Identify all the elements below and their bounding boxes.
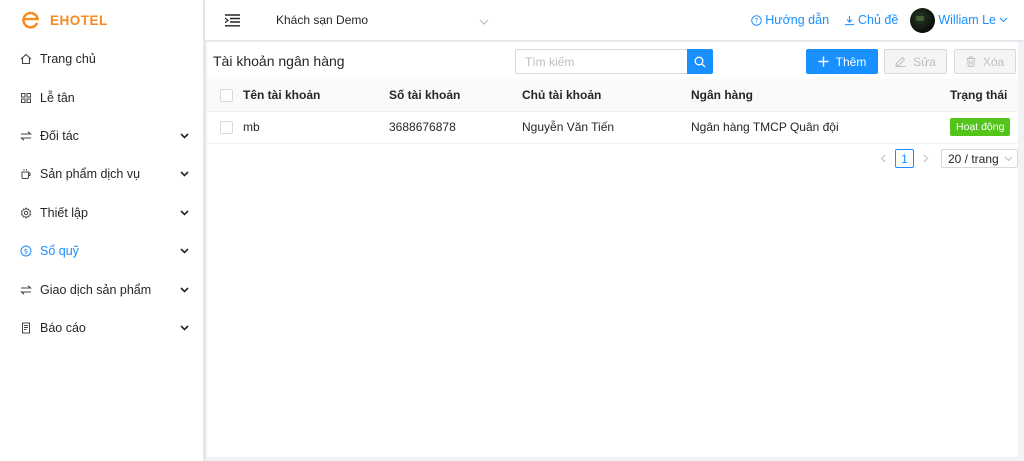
logo[interactable]: EHOTEL: [0, 0, 203, 40]
swap-icon: [20, 284, 32, 296]
ehotel-logo-icon: [20, 10, 40, 30]
sidebar-item-label: Lễ tân: [40, 90, 75, 105]
chevron-down-icon: [1004, 156, 1013, 161]
sidebar-menu: Trang chủ Lễ tân Đối tác Sản phẩm dịch v…: [0, 40, 203, 347]
search-icon: [694, 56, 706, 67]
user-menu[interactable]: William Le: [910, 7, 1008, 33]
chevron-down-icon: [179, 169, 189, 179]
column-header-status[interactable]: Trạng thái: [950, 79, 1018, 112]
add-label: Thêm: [835, 54, 867, 69]
grid-icon: [20, 92, 32, 104]
chevron-left-icon: [880, 154, 886, 163]
pagination: 1 20 / trang: [874, 149, 1018, 168]
theme-label: Chủ đề: [858, 13, 899, 27]
sidebar-item-label: Sổ quỹ: [40, 244, 79, 259]
home-icon: [20, 53, 32, 65]
scrollbar-track[interactable]: [1018, 42, 1024, 457]
chevron-down-icon: [999, 17, 1008, 23]
dollar-icon: $: [20, 245, 32, 257]
sidebar-item-label: Đối tác: [40, 128, 79, 143]
cell-account-number: 3688676878: [389, 111, 522, 144]
chevron-down-icon: [179, 246, 189, 256]
svg-text:?: ?: [755, 16, 759, 24]
plus-icon: [818, 56, 829, 67]
chevron-down-icon: [179, 208, 189, 218]
select-all-cell: [207, 79, 243, 112]
swap-icon: [20, 130, 32, 142]
theme-link[interactable]: Chủ đề: [844, 13, 898, 27]
table-header-row: Tên tài khoản Số tài khoản Chủ tài khoản…: [207, 79, 1018, 112]
question-circle-icon: ?: [751, 14, 762, 26]
search-input[interactable]: [515, 49, 687, 74]
sidebar-item-label: Giao dịch sản phẩm: [40, 282, 152, 297]
sidebar-item-giao-dich-san-pham[interactable]: Giao dịch sản phẩm: [0, 270, 203, 308]
top-header: Khách sạn Demo ? Hướng dẫn Chủ đề Willia…: [205, 0, 1024, 40]
sidebar-item-trang-chu[interactable]: Trang chủ: [0, 40, 203, 78]
page-size-value: 20 / trang: [948, 151, 999, 166]
status-badge: Hoạt động: [950, 118, 1011, 136]
cell-owner: Nguyễn Văn Tiến: [522, 111, 691, 144]
page-size-select[interactable]: 20 / trang: [941, 149, 1018, 168]
page-title: Tài khoản ngân hàng: [213, 52, 345, 69]
user-name: William Le: [938, 13, 996, 27]
gear-icon: [20, 206, 32, 219]
report-icon: [20, 322, 32, 334]
chevron-down-icon: [179, 323, 189, 333]
sidebar-item-label: Báo cáo: [40, 320, 86, 335]
chevron-down-icon: [179, 285, 189, 295]
sidebar-item-so-quy[interactable]: $ Sổ quỹ: [0, 232, 203, 270]
trash-icon: [966, 56, 976, 67]
menu-toggle-icon[interactable]: [224, 13, 240, 27]
edit-label: Sửa: [913, 54, 936, 69]
chevron-right-icon: [923, 154, 929, 163]
column-header-account-name[interactable]: Tên tài khoản: [243, 79, 389, 112]
prev-page-button[interactable]: [874, 150, 892, 168]
chevron-down-icon: [179, 131, 189, 141]
delete-label: Xóa: [982, 54, 1005, 69]
row-select-cell: [207, 111, 243, 144]
column-header-owner[interactable]: Chủ tài khoản: [522, 79, 691, 112]
cup-icon: [20, 168, 32, 180]
sidebar: EHOTEL Trang chủ Lễ tân Đối tác Sản phẩm…: [0, 0, 204, 461]
chevron-down-icon: [479, 13, 489, 28]
main-content: Tài khoản ngân hàng Thêm Sửa Xóa Tên tài…: [207, 42, 1018, 457]
hotel-select-value: Khách sạn Demo: [276, 13, 369, 27]
download-icon: [844, 15, 855, 25]
app-name: EHOTEL: [50, 12, 108, 28]
sidebar-item-label: Sản phẩm dịch vụ: [40, 167, 141, 182]
bank-account-table: Tên tài khoản Số tài khoản Chủ tài khoản…: [207, 79, 1018, 144]
delete-button[interactable]: Xóa: [954, 49, 1016, 74]
cell-bank: Ngân hàng TMCP Quân đội: [691, 111, 950, 144]
sidebar-item-doi-tac[interactable]: Đối tác: [0, 117, 203, 155]
cell-status: Hoạt động: [950, 111, 1018, 144]
avatar: [910, 7, 936, 33]
sidebar-item-label: Thiết lập: [40, 205, 88, 220]
svg-text:$: $: [24, 248, 28, 256]
select-all-checkbox[interactable]: [220, 88, 233, 102]
help-label: Hướng dẫn: [765, 13, 830, 27]
column-header-bank[interactable]: Ngân hàng: [691, 79, 950, 112]
column-header-account-number[interactable]: Số tài khoản: [389, 79, 522, 112]
search-button[interactable]: [687, 49, 713, 74]
next-page-button[interactable]: [917, 150, 935, 168]
header-actions: ? Hướng dẫn Chủ đề William Le: [736, 7, 1024, 33]
add-button[interactable]: Thêm: [806, 49, 878, 74]
sidebar-item-label: Trang chủ: [40, 52, 96, 67]
page-number[interactable]: 1: [895, 149, 914, 168]
sidebar-item-thiet-lap[interactable]: Thiết lập: [0, 194, 203, 232]
sidebar-item-le-tan[interactable]: Lễ tân: [0, 78, 203, 116]
cell-account-name: mb: [243, 111, 389, 144]
search-box: [515, 49, 713, 74]
table-row[interactable]: mb 3688676878 Nguyễn Văn Tiến Ngân hàng …: [207, 111, 1018, 144]
sidebar-item-san-pham-dich-vu[interactable]: Sản phẩm dịch vụ: [0, 155, 203, 193]
row-checkbox[interactable]: [220, 121, 233, 135]
hotel-select[interactable]: Khách sạn Demo: [268, 6, 493, 34]
sidebar-item-bao-cao[interactable]: Báo cáo: [0, 309, 203, 347]
help-link[interactable]: ? Hướng dẫn: [751, 13, 829, 27]
edit-button[interactable]: Sửa: [884, 49, 947, 74]
edit-icon: [895, 56, 906, 67]
